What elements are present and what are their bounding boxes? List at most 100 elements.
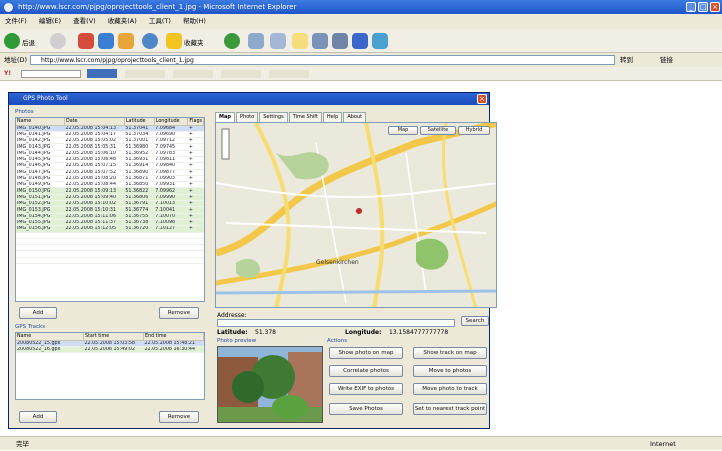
browser-title: http://www.lscr.com/pjpg/oprojecttools_c… xyxy=(18,3,297,11)
gps-row[interactable]: 20080522_16.gpx 22.05.2008 15:49:02 22.05.… xyxy=(16,346,204,354)
messenger-icon[interactable] xyxy=(352,33,368,49)
add-photos-button[interactable]: Add xyxy=(19,307,57,319)
page-content: GPS Photo Tool × Photos Name Date Latitu… xyxy=(0,81,722,436)
set-nearest-track-point-button[interactable]: Set to nearest track point xyxy=(413,403,487,415)
search-address-button[interactable]: Search xyxy=(461,316,489,326)
column-header-flags[interactable]: Flags xyxy=(187,118,204,126)
home-icon[interactable] xyxy=(118,33,134,49)
gps-column-header-name[interactable]: Name xyxy=(16,333,84,341)
menu-view[interactable]: 查看(V) xyxy=(73,17,96,25)
edit-icon[interactable] xyxy=(332,33,348,49)
menu-edit[interactable]: 编辑(E) xyxy=(39,17,61,25)
history-icon[interactable] xyxy=(248,33,264,49)
gps-group-label: GPS Tracks xyxy=(15,324,46,330)
photo-cell: 22.05.2008 15:04:17 xyxy=(64,131,125,139)
maximize-button[interactable]: □ xyxy=(698,2,708,12)
tab-help[interactable]: Help xyxy=(322,112,343,122)
stop-icon[interactable] xyxy=(78,33,94,49)
status-text: 完毕 xyxy=(16,440,29,448)
refresh-icon[interactable] xyxy=(98,33,114,49)
back-label[interactable]: 后退 xyxy=(22,37,35,47)
menu-help[interactable]: 帮助(H) xyxy=(183,17,206,25)
status-bar: 完毕 Internet xyxy=(0,436,722,450)
address-field-input[interactable] xyxy=(217,319,455,327)
map-type-map-button[interactable]: Map xyxy=(388,126,418,135)
photo-cell: 22.05.2008 15:11:06 xyxy=(64,213,125,220)
map-type-satellite-button[interactable]: Satellite xyxy=(420,126,456,135)
folder-icon[interactable] xyxy=(292,33,308,49)
photos-table[interactable]: Name Date Latitude Longitude Flags IMG_0… xyxy=(15,117,205,302)
photo-cell: 22.05.2008 15:12:05 xyxy=(64,225,125,233)
show-photo-on-map-button[interactable]: Show photo on map xyxy=(329,347,403,359)
tab-settings[interactable]: Settings xyxy=(259,112,288,122)
gps-photo-tool-window: GPS Photo Tool × Photos Name Date Latitu… xyxy=(8,92,497,429)
column-header-longitude[interactable]: Longitude xyxy=(154,118,189,126)
latitude-value: 51.378 xyxy=(255,329,276,336)
remove-photos-button[interactable]: Remove xyxy=(159,307,199,319)
menu-file[interactable]: 文件(F) xyxy=(5,17,27,25)
go-button[interactable]: 转到 xyxy=(620,53,633,67)
photo-row-empty xyxy=(16,257,204,265)
forward-icon[interactable] xyxy=(50,33,66,49)
column-header-name[interactable]: Name xyxy=(16,118,65,126)
column-header-latitude[interactable]: Latitude xyxy=(124,118,155,126)
photos-table-header: Name Date Latitude Longitude Flags xyxy=(16,118,204,126)
tab-about[interactable]: About xyxy=(343,112,367,122)
photo-cell: 22.05.2008 15:05:31 xyxy=(64,143,125,151)
address-field-label: Addresse: xyxy=(217,312,247,319)
gps-tracks-table[interactable]: Name Start time End time 20080522_15.gpx… xyxy=(15,332,205,400)
gps-column-header-start[interactable]: Start time xyxy=(83,333,144,341)
move-photo-to-track-button[interactable]: Move photo to track xyxy=(413,383,487,395)
gps-row[interactable]: 20080522_15.gpx 22.05.2008 15:03:58 22.05.… xyxy=(16,340,204,347)
gps-cell: 22.05.2008 15:03:58 xyxy=(83,340,144,347)
address-input[interactable]: http://www.lscr.com/pjpg/oprojecttools_c… xyxy=(30,55,615,65)
media-icon[interactable] xyxy=(224,33,240,49)
save-photos-button[interactable]: Save Photos xyxy=(329,403,403,415)
links-label[interactable]: 链接 xyxy=(660,53,673,67)
map-city-label: Gelsenkirchen xyxy=(316,259,359,266)
add-gps-button[interactable]: Add xyxy=(19,411,57,423)
photo-cell: 22.05.2008 15:08:44 xyxy=(64,181,125,189)
photo-cell: 22.05.2008 15:11:37 xyxy=(64,219,125,227)
print-icon[interactable] xyxy=(312,33,328,49)
mail-icon[interactable] xyxy=(270,33,286,49)
toolbar-logo-icon[interactable]: Y! xyxy=(4,70,11,77)
back-icon[interactable] xyxy=(4,33,20,49)
photo-cell: 22.05.2008 15:06:48 xyxy=(64,156,125,164)
favorites-label[interactable]: 收藏夹 xyxy=(184,37,204,47)
favorites-star-icon[interactable] xyxy=(166,33,182,49)
gps-column-header-end[interactable]: End time xyxy=(143,333,204,341)
show-track-on-map-button[interactable]: Show track on map xyxy=(413,347,487,359)
browser-toolbar: 后退 收藏夹 xyxy=(0,29,722,53)
search-icon[interactable] xyxy=(142,33,158,49)
zone-text: Internet xyxy=(650,440,676,448)
tab-time-shift[interactable]: Time Shift xyxy=(288,112,322,122)
minimize-button[interactable]: _ xyxy=(686,2,696,12)
tools-icon[interactable] xyxy=(372,33,388,49)
toolbar-link-2[interactable] xyxy=(172,69,213,78)
app-close-button[interactable]: × xyxy=(477,94,487,104)
tab-photo[interactable]: Photo xyxy=(235,112,259,122)
tab-map[interactable]: Map xyxy=(215,112,235,122)
map-canvas[interactable]: Gelsenkirchen xyxy=(216,123,497,308)
toolbar-search-button[interactable] xyxy=(86,69,117,78)
toolbar-link-1[interactable] xyxy=(124,69,165,78)
toolbar-link-4[interactable] xyxy=(268,69,309,78)
close-button[interactable]: × xyxy=(710,2,720,12)
move-to-photos-button[interactable]: Move to photos xyxy=(413,365,487,377)
menu-favorites[interactable]: 收藏夹(A) xyxy=(108,17,137,25)
gps-cell: 22.05.2008 16:30:44 xyxy=(143,346,204,354)
write-exif-button[interactable]: Write EXIF to photos xyxy=(329,383,403,395)
gps-cell: 22.05.2008 15:49:02 xyxy=(83,346,144,354)
toolbar-link-3[interactable] xyxy=(220,69,261,78)
gps-table-header: Name Start time End time xyxy=(16,333,204,341)
toolbar-search-input[interactable] xyxy=(21,69,82,78)
column-header-date[interactable]: Date xyxy=(64,118,125,126)
links-toolbar: Y! xyxy=(0,67,722,81)
menu-tools[interactable]: 工具(T) xyxy=(149,17,171,25)
map-view[interactable]: Gelsenkirchen Map Satellite Hybrid xyxy=(215,122,497,308)
map-type-hybrid-button[interactable]: Hybrid xyxy=(458,126,490,135)
remove-gps-button[interactable]: Remove xyxy=(159,411,199,423)
latitude-label: Latitude: xyxy=(217,329,248,336)
correlate-photos-button[interactable]: Correlate photos xyxy=(329,365,403,377)
